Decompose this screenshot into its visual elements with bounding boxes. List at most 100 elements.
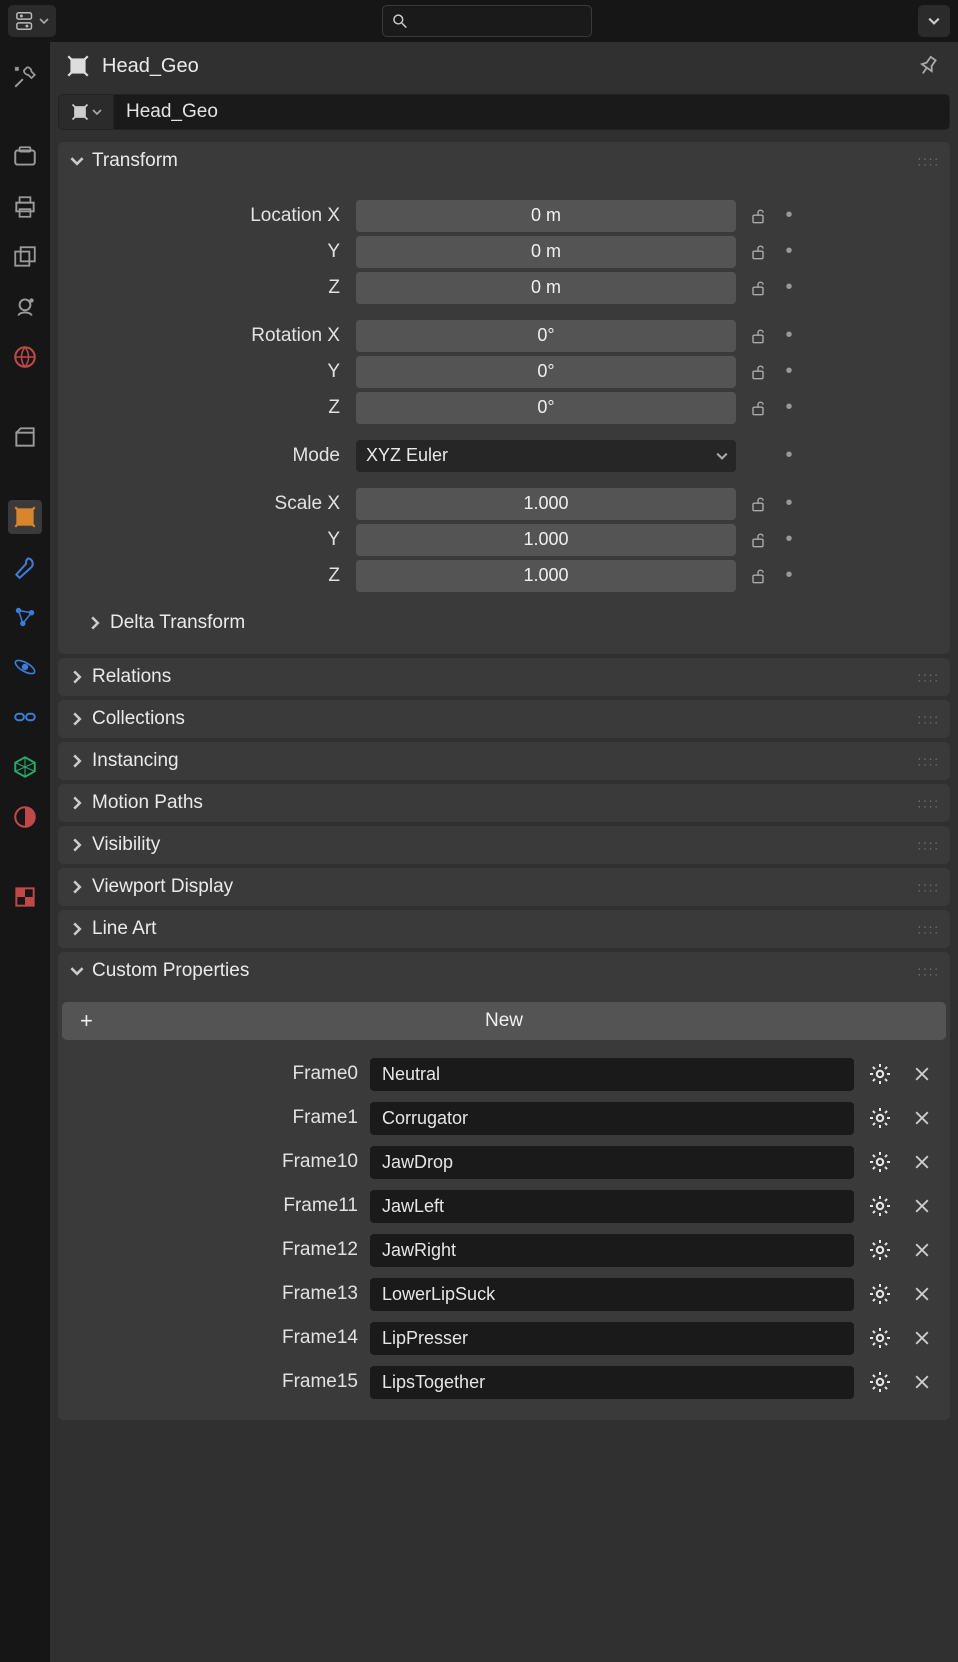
tab-scene[interactable]	[8, 290, 42, 324]
gear-icon	[868, 1106, 892, 1130]
tab-tool[interactable]	[8, 60, 42, 94]
location-y-animate[interactable]: •	[780, 240, 798, 263]
location-z-lock[interactable]	[742, 272, 774, 304]
panel-custom-properties-header[interactable]: Custom Properties ::::	[58, 952, 950, 990]
scale-x-field[interactable]: 1.000	[356, 488, 736, 520]
rotation-z-animate[interactable]: •	[780, 396, 798, 419]
custom-property-value-field[interactable]: LipPresser	[370, 1322, 854, 1355]
custom-property-delete-button[interactable]	[906, 1234, 938, 1266]
rotation-mode-animate[interactable]: •	[780, 444, 798, 467]
tab-modifiers[interactable]	[8, 550, 42, 584]
tab-object[interactable]	[8, 500, 42, 534]
panel-collections-header[interactable]: Collections ::::	[58, 700, 950, 738]
panel-transform-header[interactable]: Transform ::::	[58, 142, 950, 180]
tab-texture[interactable]	[8, 880, 42, 914]
custom-property-row: Frame15 LipsTogether	[58, 1362, 950, 1402]
rotation-y-field[interactable]: 0°	[356, 356, 736, 388]
tab-world[interactable]	[8, 340, 42, 374]
location-x-field[interactable]: 0 m	[356, 200, 736, 232]
custom-property-delete-button[interactable]	[906, 1322, 938, 1354]
drag-grip-icon[interactable]: ::::	[918, 754, 940, 769]
drag-grip-icon[interactable]: ::::	[918, 154, 940, 169]
scale-y-animate[interactable]: •	[780, 528, 798, 551]
location-x-label: Location X	[70, 205, 350, 227]
pin-button[interactable]	[912, 50, 944, 82]
rotation-x-field[interactable]: 0°	[356, 320, 736, 352]
custom-property-edit-button[interactable]	[864, 1058, 896, 1090]
location-x-lock[interactable]	[742, 200, 774, 232]
custom-property-value-field[interactable]: LipsTogether	[370, 1366, 854, 1399]
location-x-animate[interactable]: •	[780, 204, 798, 227]
location-z-field[interactable]: 0 m	[356, 272, 736, 304]
scale-y-lock[interactable]	[742, 524, 774, 556]
custom-property-value-field[interactable]: LowerLipSuck	[370, 1278, 854, 1311]
tab-collection[interactable]	[8, 420, 42, 454]
drag-grip-icon[interactable]: ::::	[918, 964, 940, 979]
location-y-field[interactable]: 0 m	[356, 236, 736, 268]
rotation-z-field[interactable]: 0°	[356, 392, 736, 424]
search-input-container[interactable]	[382, 5, 592, 37]
tab-output[interactable]	[8, 190, 42, 224]
custom-property-delete-button[interactable]	[906, 1102, 938, 1134]
drag-grip-icon[interactable]: ::::	[918, 796, 940, 811]
panel-instancing-header[interactable]: Instancing ::::	[58, 742, 950, 780]
custom-property-value-field[interactable]: JawLeft	[370, 1190, 854, 1223]
tab-physics[interactable]	[8, 650, 42, 684]
location-z-animate[interactable]: •	[780, 276, 798, 299]
custom-property-edit-button[interactable]	[864, 1278, 896, 1310]
custom-property-value-field[interactable]: JawDrop	[370, 1146, 854, 1179]
new-custom-property-button[interactable]: + New	[62, 1002, 946, 1040]
rotation-z-lock[interactable]	[742, 392, 774, 424]
tab-render[interactable]	[8, 140, 42, 174]
custom-property-value-field[interactable]: JawRight	[370, 1234, 854, 1267]
scale-x-animate[interactable]: •	[780, 492, 798, 515]
rotation-x-animate[interactable]: •	[780, 324, 798, 347]
drag-grip-icon[interactable]: ::::	[918, 922, 940, 937]
rotation-mode-select[interactable]: XYZ Euler	[356, 440, 736, 472]
custom-property-edit-button[interactable]	[864, 1146, 896, 1178]
rotation-y-lock[interactable]	[742, 356, 774, 388]
panel-motion-paths-header[interactable]: Motion Paths ::::	[58, 784, 950, 822]
panel-viewport-display-header[interactable]: Viewport Display ::::	[58, 868, 950, 906]
rotation-y-animate[interactable]: •	[780, 360, 798, 383]
custom-property-value-field[interactable]: Neutral	[370, 1058, 854, 1091]
panel-custom-properties: Custom Properties :::: + New Frame0 Neut…	[58, 952, 950, 1420]
panel-relations-header[interactable]: Relations ::::	[58, 658, 950, 696]
scale-x-lock[interactable]	[742, 488, 774, 520]
chevron-down-icon	[716, 450, 728, 462]
custom-property-delete-button[interactable]	[906, 1278, 938, 1310]
options-dropdown[interactable]	[918, 5, 950, 37]
tab-data[interactable]	[8, 750, 42, 784]
drag-grip-icon[interactable]: ::::	[918, 838, 940, 853]
datablock-name-field[interactable]: Head_Geo	[114, 94, 950, 130]
scale-z-field[interactable]: 1.000	[356, 560, 736, 592]
drag-grip-icon[interactable]: ::::	[918, 880, 940, 895]
custom-property-value-field[interactable]: Corrugator	[370, 1102, 854, 1135]
panel-visibility-header[interactable]: Visibility ::::	[58, 826, 950, 864]
search-input[interactable]	[415, 12, 583, 30]
tab-material[interactable]	[8, 800, 42, 834]
tab-constraints[interactable]	[8, 700, 42, 734]
rotation-x-lock[interactable]	[742, 320, 774, 352]
drag-grip-icon[interactable]: ::::	[918, 712, 940, 727]
custom-property-edit-button[interactable]	[864, 1234, 896, 1266]
custom-property-delete-button[interactable]	[906, 1366, 938, 1398]
custom-property-delete-button[interactable]	[906, 1058, 938, 1090]
custom-property-edit-button[interactable]	[864, 1322, 896, 1354]
tab-particles[interactable]	[8, 600, 42, 634]
custom-property-delete-button[interactable]	[906, 1190, 938, 1222]
scale-z-animate[interactable]: •	[780, 564, 798, 587]
scale-z-lock[interactable]	[742, 560, 774, 592]
panel-line-art-header[interactable]: Line Art ::::	[58, 910, 950, 948]
scale-y-field[interactable]: 1.000	[356, 524, 736, 556]
location-y-lock[interactable]	[742, 236, 774, 268]
drag-grip-icon[interactable]: ::::	[918, 670, 940, 685]
editor-type-selector[interactable]	[8, 5, 56, 37]
custom-property-edit-button[interactable]	[864, 1102, 896, 1134]
custom-property-edit-button[interactable]	[864, 1190, 896, 1222]
custom-property-delete-button[interactable]	[906, 1146, 938, 1178]
tab-view-layer[interactable]	[8, 240, 42, 274]
delta-transform-header[interactable]: Delta Transform	[58, 606, 950, 640]
datablock-browse-button[interactable]	[58, 94, 114, 130]
custom-property-edit-button[interactable]	[864, 1366, 896, 1398]
